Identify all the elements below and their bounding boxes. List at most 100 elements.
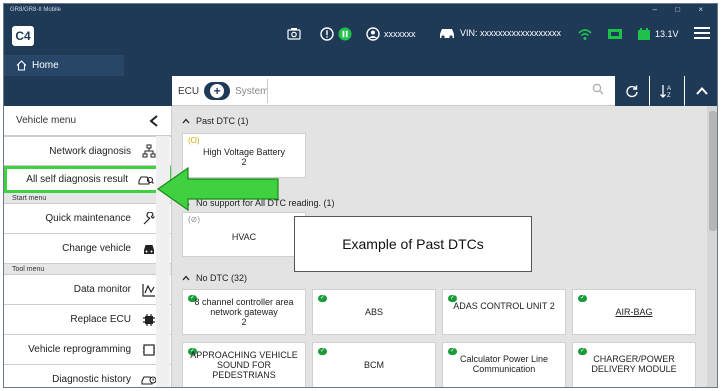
sidebar-item-label: Network diagnosis (49, 145, 131, 157)
user-icon (366, 27, 380, 41)
past-status-icon: (O) (188, 136, 200, 145)
menu-hamburger-icon[interactable] (693, 25, 711, 41)
group-label: Past DTC (1) (196, 116, 249, 126)
sort-az-button[interactable]: AZ (650, 76, 684, 106)
card-name: ADAS CONTROL UNIT 2 (453, 301, 555, 311)
sidebar-header: Vehicle menu (4, 106, 171, 136)
window-controls[interactable]: – □ × (653, 5, 711, 14)
maximize-button[interactable]: □ (675, 5, 688, 14)
window-title: GR8/GR8-II Mobile (10, 7, 62, 13)
sidebar-item-label: Change vehicle (62, 243, 131, 254)
toggle-switch[interactable]: + (204, 82, 231, 100)
battery-info: 13.1V (637, 27, 679, 41)
status-icons[interactable] (320, 27, 352, 41)
pause-green-icon (338, 27, 352, 41)
app-logo: C4 (12, 26, 34, 46)
card-name: AIR-BAG (615, 307, 653, 317)
screenshot-icon[interactable] (287, 27, 301, 41)
dtc-card-bcm[interactable]: ✓ BCM (312, 342, 436, 387)
minimize-button[interactable]: – (653, 5, 665, 14)
connection-icon (577, 27, 593, 41)
network-icon (141, 144, 157, 158)
content-toolbar: ECU + System AZ (172, 76, 717, 106)
sidebar-item-network-diagnosis[interactable]: Network diagnosis (4, 136, 171, 166)
dtc-card-charger-power-delivery[interactable]: ✓ CHARGER/POWER DELIVERY MODULE (572, 342, 696, 387)
ok-status-icon: ✓ (448, 348, 457, 355)
car-icon (440, 29, 454, 39)
vin-info: VIN: xxxxxxxxxxxxxxxxxx (438, 27, 561, 39)
card-name: ABS (364, 307, 383, 317)
dtc-card-hvac[interactable]: (⊘) HVAC (182, 212, 306, 257)
card-name: 8 channel controller area network gatewa… (194, 297, 294, 327)
home-tab-label: Home (32, 60, 59, 71)
sidebar-item-vehicle-reprogramming[interactable]: Vehicle reprogramming (4, 335, 171, 365)
ecu-system-toggle[interactable]: ECU + System (178, 82, 268, 100)
chip-icon (141, 313, 157, 327)
vci-icon (607, 27, 623, 41)
sidebar-item-label: Quick maintenance (45, 213, 131, 224)
annotation-arrow-icon (156, 166, 279, 212)
app-window: GR8/GR8-II Mobile – □ × C4 xxxxxxx VIN: … (3, 3, 718, 388)
dtc-card-can-gateway[interactable]: ✓ 8 channel controller area network gate… (182, 289, 306, 335)
history-icon (141, 374, 157, 386)
sidebar-item-label: Diagnostic history (52, 374, 131, 385)
group-label: No DTC (32) (196, 273, 248, 283)
sidebar-item-label: All self diagnosis result (26, 174, 128, 185)
graph-icon (141, 283, 157, 297)
card-name: Calculator Power Line Communication (459, 354, 549, 374)
chevron-left-icon[interactable] (149, 114, 159, 127)
home-icon (16, 60, 27, 71)
tool-menu-section: Tool menu (4, 264, 171, 275)
ok-status-icon: ✓ (578, 295, 587, 302)
system-label: System (235, 85, 269, 97)
sidebar-item-replace-ecu[interactable]: Replace ECU (4, 305, 171, 335)
search-input[interactable] (268, 79, 612, 103)
sidebar-item-data-monitor[interactable]: Data monitor (4, 275, 171, 305)
home-bar: Home (4, 55, 717, 76)
refresh-icon (626, 85, 638, 98)
content-scroll-thumb[interactable] (709, 111, 717, 231)
dtc-card-airbag[interactable]: ✓ AIR-BAG (572, 289, 696, 335)
chevron-up-icon (182, 275, 190, 281)
group-past-dtc[interactable]: Past DTC (1) (182, 116, 249, 126)
dtc-card-approaching-vehicle-sound[interactable]: ✓ APPROACHING VEHICLE SOUND FOR PEDESTRI… (182, 342, 306, 387)
card-name: High Voltage Battery 2 (202, 147, 286, 167)
vehicle-sidebar: Vehicle menu Network diagnosis All self … (4, 106, 172, 387)
sidebar-item-label: Data monitor (73, 284, 131, 295)
dtc-card-calculator-plc[interactable]: ✓ Calculator Power Line Communication (442, 342, 566, 387)
wrench-icon (141, 211, 157, 226)
annotation-callout: Example of Past DTCs (294, 216, 532, 272)
sidebar-title: Vehicle menu (16, 115, 77, 126)
collapse-button[interactable] (685, 76, 717, 106)
sidebar-item-diagnostic-history[interactable]: Diagnostic history (4, 365, 171, 387)
sidebar-item-all-self-diagnosis[interactable]: All self diagnosis result (4, 166, 171, 193)
tab-home[interactable]: Home (4, 55, 124, 76)
sidebar-item-change-vehicle[interactable]: Change vehicle (4, 234, 171, 264)
ecu-label: ECU (178, 85, 200, 97)
svg-text:A: A (667, 86, 671, 92)
group-no-dtc[interactable]: No DTC (32) (182, 273, 247, 283)
search-icon[interactable] (592, 83, 604, 95)
battery-icon (638, 28, 650, 40)
car-icon (141, 242, 157, 256)
close-button[interactable]: × (698, 5, 711, 14)
ok-status-icon: ✓ (318, 295, 327, 302)
refresh-button[interactable] (615, 76, 649, 106)
dtc-card-adas-control-unit-2[interactable]: ✓ ADAS CONTROL UNIT 2 (442, 289, 566, 335)
content-scroll-track[interactable] (707, 106, 717, 387)
dtc-card-abs[interactable]: ✓ ABS (312, 289, 436, 335)
chevron-up-icon (696, 87, 708, 95)
card-name: HVAC (231, 232, 257, 242)
sort-az-icon: AZ (660, 85, 671, 99)
ok-status-icon: ✓ (578, 348, 587, 355)
warning-circle-icon (320, 27, 334, 41)
sidebar-item-quick-maintenance[interactable]: Quick maintenance (4, 204, 171, 234)
search-box[interactable] (267, 79, 612, 103)
sidebar-item-label: Vehicle reprogramming (28, 344, 131, 355)
unsupported-status-icon: (⊘) (188, 215, 201, 224)
user-name: xxxxxxx (384, 29, 416, 39)
app-header: C4 xxxxxxx VIN: xxxxxxxxxxxxxxxxxx 13.1V (4, 17, 717, 55)
car-search-icon (138, 174, 154, 186)
ok-status-icon: ✓ (318, 348, 327, 355)
svg-text:Z: Z (667, 93, 671, 99)
